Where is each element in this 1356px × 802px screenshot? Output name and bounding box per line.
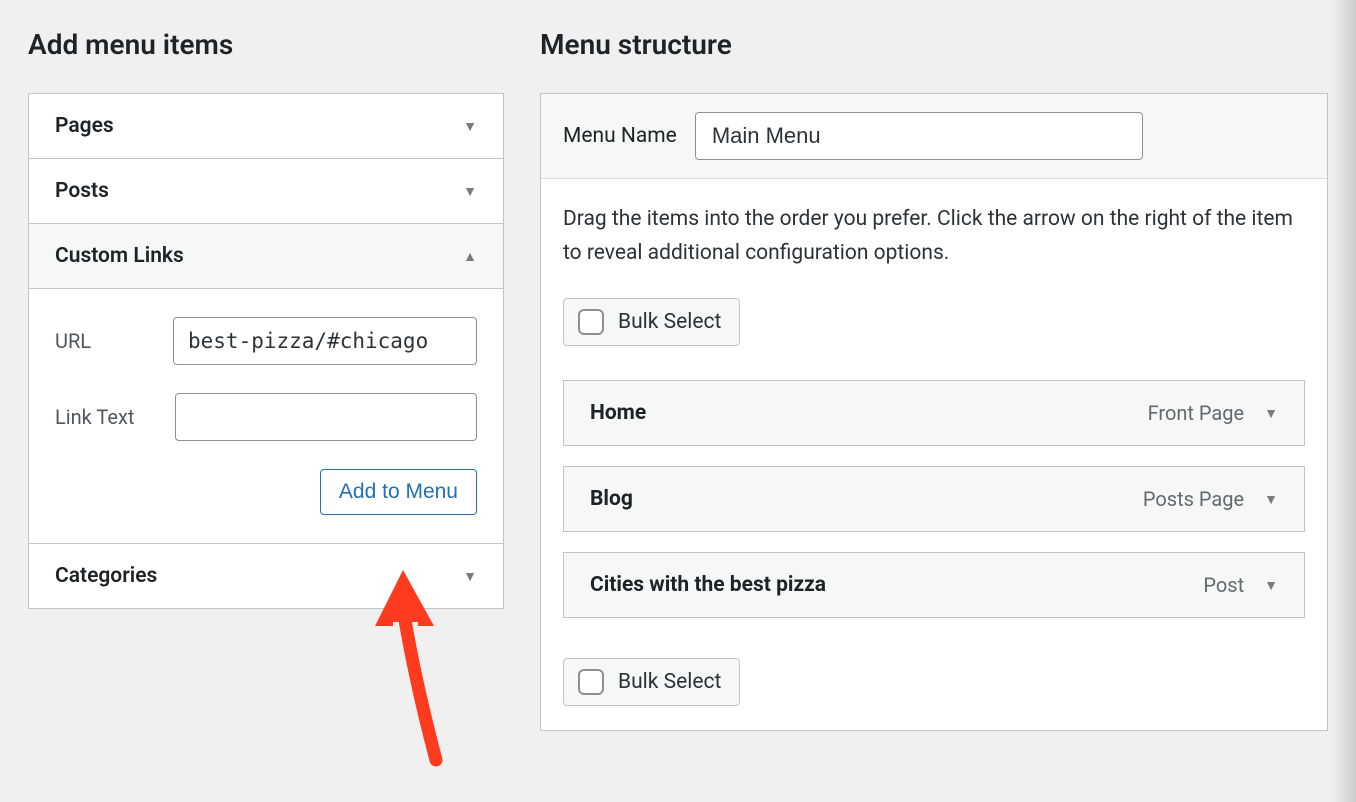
menu-header: Menu Name bbox=[541, 94, 1327, 179]
chevron-down-icon: ▼ bbox=[463, 118, 477, 135]
url-input[interactable] bbox=[173, 317, 477, 365]
bulk-select-label: Bulk Select bbox=[618, 310, 721, 334]
menu-items-list: Home Front Page ▼ Blog Posts Page ▼ bbox=[563, 380, 1305, 618]
bulk-select-checkbox[interactable] bbox=[578, 669, 604, 695]
chevron-up-icon: ▲ bbox=[463, 248, 477, 265]
menu-item-blog[interactable]: Blog Posts Page ▼ bbox=[563, 466, 1305, 532]
menu-item-type: Front Page bbox=[1148, 401, 1245, 425]
accordion-container: Pages ▼ Posts ▼ Custom Links ▲ bbox=[28, 93, 504, 609]
menu-panel: Menu Name Drag the items into the order … bbox=[540, 93, 1328, 731]
accordion-label: Pages bbox=[55, 114, 114, 138]
menu-item-title: Home bbox=[590, 401, 646, 425]
chevron-down-icon[interactable]: ▼ bbox=[1264, 577, 1278, 594]
menu-item-cities[interactable]: Cities with the best pizza Post ▼ bbox=[563, 552, 1305, 618]
bulk-select-top[interactable]: Bulk Select bbox=[563, 298, 740, 346]
accordion-label: Categories bbox=[55, 564, 157, 588]
custom-links-body: URL Link Text Add to Menu bbox=[29, 288, 503, 543]
menu-item-home[interactable]: Home Front Page ▼ bbox=[563, 380, 1305, 446]
bulk-select-checkbox[interactable] bbox=[578, 309, 604, 335]
link-text-label: Link Text bbox=[55, 405, 175, 429]
accordion-posts[interactable]: Posts ▼ bbox=[29, 159, 503, 223]
chevron-down-icon[interactable]: ▼ bbox=[1264, 491, 1278, 508]
url-label: URL bbox=[55, 329, 173, 353]
menu-instructions: Drag the items into the order you prefer… bbox=[563, 203, 1305, 270]
link-text-input[interactable] bbox=[175, 393, 477, 441]
accordion-custom-links[interactable]: Custom Links ▲ bbox=[29, 224, 503, 288]
bulk-select-label: Bulk Select bbox=[618, 670, 721, 694]
bulk-select-bottom[interactable]: Bulk Select bbox=[563, 658, 740, 706]
accordion-label: Custom Links bbox=[55, 244, 184, 268]
accordion-categories[interactable]: Categories ▼ bbox=[29, 544, 503, 608]
menu-item-type: Posts Page bbox=[1143, 487, 1244, 511]
accordion-label: Posts bbox=[55, 179, 109, 203]
menu-item-title: Cities with the best pizza bbox=[590, 573, 826, 597]
menu-item-title: Blog bbox=[590, 487, 633, 511]
add-to-menu-button[interactable]: Add to Menu bbox=[320, 469, 477, 515]
chevron-down-icon[interactable]: ▼ bbox=[1264, 405, 1278, 422]
menu-structure-heading: Menu structure bbox=[540, 28, 1328, 61]
chevron-down-icon: ▼ bbox=[463, 183, 477, 200]
menu-name-input[interactable] bbox=[695, 112, 1143, 160]
menu-name-label: Menu Name bbox=[563, 124, 677, 148]
menu-item-type: Post bbox=[1203, 573, 1244, 597]
chevron-down-icon: ▼ bbox=[463, 568, 477, 585]
accordion-pages[interactable]: Pages ▼ bbox=[29, 94, 503, 158]
add-menu-items-heading: Add menu items bbox=[28, 28, 504, 61]
